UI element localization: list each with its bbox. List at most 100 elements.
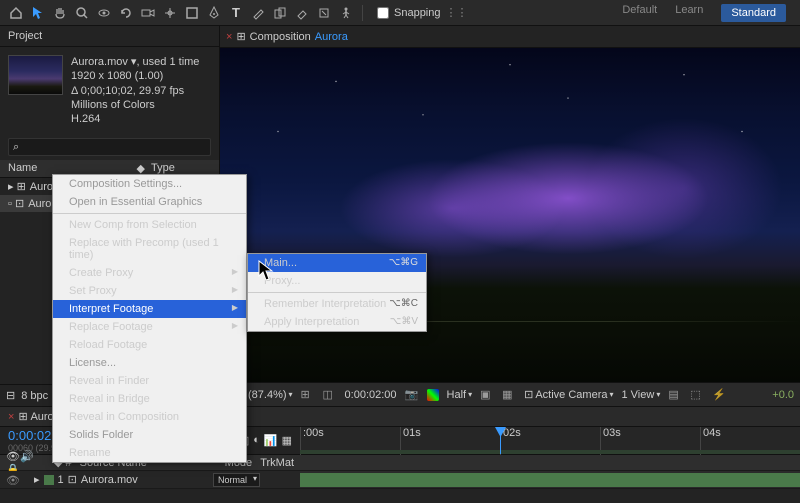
color-icon[interactable]: [427, 389, 439, 401]
workspace-standard[interactable]: Standard: [721, 4, 786, 22]
zoom-dropdown[interactable]: (87.4%) ▾: [248, 389, 293, 401]
zoom-tool-icon[interactable]: [72, 3, 92, 23]
submenu-item[interactable]: Main...⌥⌘G: [248, 254, 426, 272]
menu-item[interactable]: Interpret Footage▶: [53, 300, 246, 318]
rotate-tool-icon[interactable]: [116, 3, 136, 23]
submenu-item: Apply Interpretation⌥⌘V: [248, 313, 426, 331]
menu-item[interactable]: New Comp from Selection: [53, 216, 246, 234]
composition-tab[interactable]: ⊞ Composition Aurora: [236, 30, 347, 43]
menu-item[interactable]: Reload Footage: [53, 336, 246, 354]
timeline-ruler-area[interactable]: :00s 01s 02s 03s 04s: [300, 427, 800, 454]
timeline-tab-icon: ⊞: [18, 410, 27, 423]
clone-tool-icon[interactable]: [270, 3, 290, 23]
puppet-tool-icon[interactable]: [336, 3, 356, 23]
graph-icon[interactable]: 📊: [264, 434, 278, 447]
asset-details: Aurora.mov ▾, used 1 time 1920 x 1080 (1…: [71, 55, 199, 126]
selection-tool-icon[interactable]: [28, 3, 48, 23]
grid-icon[interactable]: ⊞: [301, 388, 315, 402]
view-options-icon[interactable]: ▤: [668, 388, 682, 402]
menu-item[interactable]: Rename: [53, 444, 246, 462]
menu-item[interactable]: Replace Footage▶: [53, 318, 246, 336]
submenu-item[interactable]: Remember Interpretation⌥⌘C: [248, 295, 426, 313]
view-dropdown[interactable]: 1 View ▾: [622, 389, 661, 401]
snapping-label: Snapping: [394, 7, 441, 19]
rect-tool-icon[interactable]: [182, 3, 202, 23]
tab-prefix: Composition: [250, 31, 311, 43]
fast-preview-icon[interactable]: ⚡: [712, 388, 726, 402]
snapshot-icon[interactable]: 📷: [405, 388, 419, 402]
asset-name: Aurora.mov ▾: [71, 56, 136, 68]
menu-item: Open in Essential Graphics: [53, 193, 246, 211]
camera-tool-icon[interactable]: [138, 3, 158, 23]
home-icon[interactable]: [6, 3, 26, 23]
menu-item: Solids Folder: [53, 426, 246, 444]
blend-mode-dropdown[interactable]: Normal: [213, 473, 260, 487]
trkmat-header[interactable]: TrkMat: [260, 457, 294, 469]
bpc-toggle[interactable]: 8 bpc: [21, 390, 48, 402]
top-toolbar: T Snapping ⋮⋮ Default Learn Standard: [0, 0, 800, 26]
playhead[interactable]: [500, 427, 501, 454]
submenu-item: Proxy...: [248, 272, 426, 290]
folder-icon: ▸ ⊞: [8, 180, 26, 193]
menu-item[interactable]: Reveal in Finder: [53, 372, 246, 390]
interpret-icon[interactable]: ⊟: [6, 389, 15, 402]
brush-tool-icon[interactable]: [248, 3, 268, 23]
layer-duration-bar[interactable]: [300, 473, 800, 487]
motion-blur-icon[interactable]: ◐: [253, 434, 260, 447]
3d-icon[interactable]: ⬚: [690, 388, 704, 402]
composition-name: Aurora: [315, 31, 348, 43]
menu-item[interactable]: Replace with Precomp (used 1 time): [53, 234, 246, 264]
transparency-icon[interactable]: ▦: [502, 388, 516, 402]
twirl-icon[interactable]: ▸: [34, 473, 40, 486]
hand-tool-icon[interactable]: [50, 3, 70, 23]
current-time[interactable]: 0:00:02:00: [345, 389, 397, 401]
eraser-tool-icon[interactable]: [292, 3, 312, 23]
snapping-options-icon[interactable]: ⋮⋮: [446, 6, 468, 19]
menu-item: License...: [53, 354, 246, 372]
eye-icon[interactable]: 👁: [6, 474, 18, 486]
panel-icon: ⊞: [236, 30, 245, 43]
resolution-dropdown[interactable]: Half ▾: [447, 389, 473, 401]
menu-item[interactable]: Set Proxy▶: [53, 282, 246, 300]
layer-color-chip[interactable]: [44, 475, 54, 485]
type-tool-icon[interactable]: T: [226, 3, 246, 23]
timeline-layer-row[interactable]: 👁 ▸ 1 ⊡ Aurora.mov Normal: [0, 471, 800, 489]
menu-item[interactable]: Reveal in Composition: [53, 408, 246, 426]
search-icon: ⌕: [13, 141, 19, 154]
file-icon: ▫ ⊡: [8, 197, 24, 210]
composition-panel: × ⊞ Composition Aurora ⊕ (87.4%) ▾ ⊞ ◫ 0…: [220, 26, 800, 406]
layer-file-icon: ⊡: [68, 473, 77, 486]
anchor-tool-icon[interactable]: [160, 3, 180, 23]
asset-codec: H.264: [71, 112, 199, 126]
exposure-value[interactable]: +0.0: [772, 389, 794, 401]
roto-tool-icon[interactable]: [314, 3, 334, 23]
asset-dimensions: 1920 x 1080 (1.00): [71, 69, 199, 83]
close-tab-icon[interactable]: ×: [226, 31, 232, 43]
project-search-input[interactable]: ⌕: [8, 138, 211, 156]
snapping-checkbox[interactable]: [377, 7, 389, 19]
asset-colors: Millions of Colors: [71, 98, 199, 112]
orbit-tool-icon[interactable]: [94, 3, 114, 23]
mask-icon[interactable]: ◫: [323, 388, 337, 402]
workspace-default[interactable]: Default: [622, 4, 657, 22]
work-area-bar[interactable]: [300, 450, 800, 454]
asset-thumbnail[interactable]: [8, 55, 63, 95]
layer-number: 1: [58, 474, 64, 486]
composition-tabs: × ⊞ Composition Aurora: [220, 26, 800, 48]
context-submenu: Main...⌥⌘GProxy... Remember Interpretatio…: [247, 253, 427, 332]
close-tab-icon[interactable]: ×: [8, 411, 14, 423]
workspace-learn[interactable]: Learn: [675, 4, 703, 22]
workspace-switcher: Default Learn Standard: [622, 4, 794, 22]
pen-tool-icon[interactable]: [204, 3, 224, 23]
menu-item[interactable]: Reveal in Bridge: [53, 390, 246, 408]
layer-name[interactable]: Aurora.mov: [81, 474, 138, 486]
camera-dropdown[interactable]: ⊡ Active Camera ▾: [524, 388, 613, 401]
snapping-toggle[interactable]: Snapping ⋮⋮: [377, 6, 468, 19]
draft3d-icon[interactable]: ▦: [282, 434, 292, 447]
separator: [362, 5, 363, 21]
viewer-controls: ⊕ (87.4%) ▾ ⊞ ◫ 0:00:02:00 📷 Half ▾ ▣ ▦ …: [220, 382, 800, 406]
layer-bar-track[interactable]: [300, 471, 800, 488]
menu-item: Composition Settings...: [53, 175, 246, 193]
roi-icon[interactable]: ▣: [480, 388, 494, 402]
menu-item[interactable]: Create Proxy▶: [53, 264, 246, 282]
